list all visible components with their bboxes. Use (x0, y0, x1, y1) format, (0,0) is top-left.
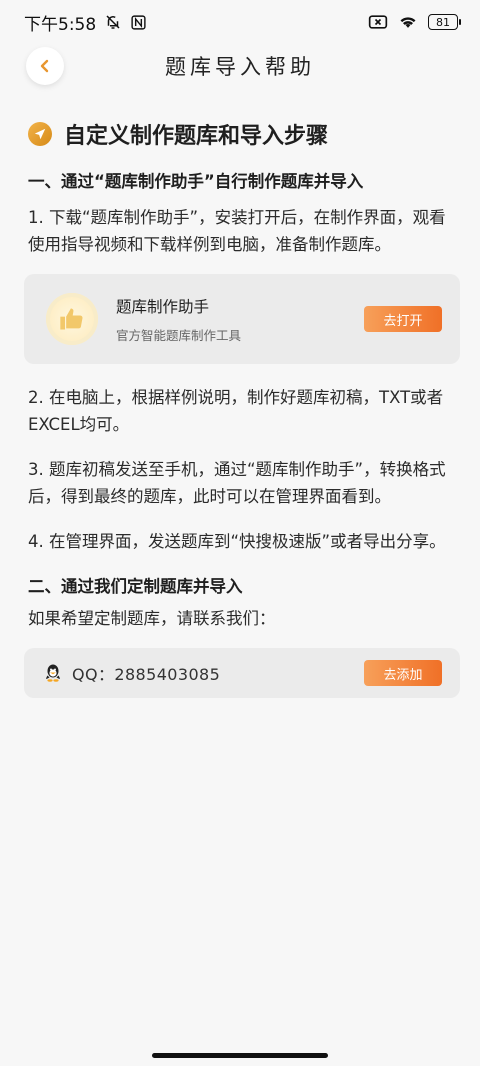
qq-number-text: QQ：2885403085 (72, 665, 221, 684)
mute-bell-icon (104, 13, 122, 31)
step-1-text: 1. 下载“题库制作助手”，安装打开后，在制作界面，观看使用指导视频和下载样例到… (28, 208, 446, 254)
status-time: 下午5:58 (24, 14, 97, 35)
battery-icon: 81 (428, 14, 461, 30)
wifi-icon (398, 14, 418, 30)
page-title: 题库导入帮助 (165, 55, 315, 79)
qq-contact-card: QQ：2885403085 去添加 (24, 648, 460, 698)
qq-penguin-icon (42, 662, 64, 684)
section-header: 自定义制作题库和导入步骤 (28, 114, 456, 154)
header: 题库导入帮助 (0, 44, 480, 88)
help-content: 自定义制作题库和导入步骤 一、通过“题库制作助手”自行制作题库并导入 1. 下载… (24, 114, 460, 698)
status-left: 下午5:58 (24, 10, 147, 35)
add-qq-button[interactable]: 去添加 (364, 660, 442, 686)
step-2-text: 2. 在电脑上，根据样例说明，制作好题库初稿，TXT或者EXCEL均可。 (28, 388, 444, 434)
section-title: 自定义制作题库和导入步骤 (64, 124, 329, 149)
back-button[interactable] (26, 47, 64, 85)
part1-heading: 一、通过“题库制作助手”自行制作题库并导入 (28, 172, 364, 191)
tool-card: 题库制作助手 官方智能题库制作工具 去打开 (24, 274, 460, 364)
navigation-arrow-icon (28, 122, 52, 146)
part2-heading: 二、通过我们定制题库并导入 (28, 577, 243, 596)
nfc-icon (130, 14, 147, 31)
open-tool-button[interactable]: 去打开 (364, 306, 442, 332)
tool-description: 官方智能题库制作工具 (116, 327, 242, 343)
step-3-text: 3. 题库初稿发送至手机，通过“题库制作助手”，转换格式后，得到最终的题库，此时… (28, 460, 446, 506)
step-4-text: 4. 在管理界面，发送题库到“快搜极速版”或者导出分享。 (28, 532, 446, 551)
home-indicator[interactable] (152, 1053, 328, 1058)
no-sim-icon (368, 14, 388, 30)
status-right: 81 (368, 14, 461, 30)
chevron-left-icon (40, 59, 49, 73)
tool-name: 题库制作助手 (116, 297, 210, 316)
part2-description: 如果希望定制题库，请联系我们： (28, 609, 276, 628)
tool-info: 题库制作助手 官方智能题库制作工具 (116, 295, 364, 344)
thumbs-up-icon (46, 293, 98, 345)
status-bar: 下午5:58 81 (0, 0, 480, 44)
